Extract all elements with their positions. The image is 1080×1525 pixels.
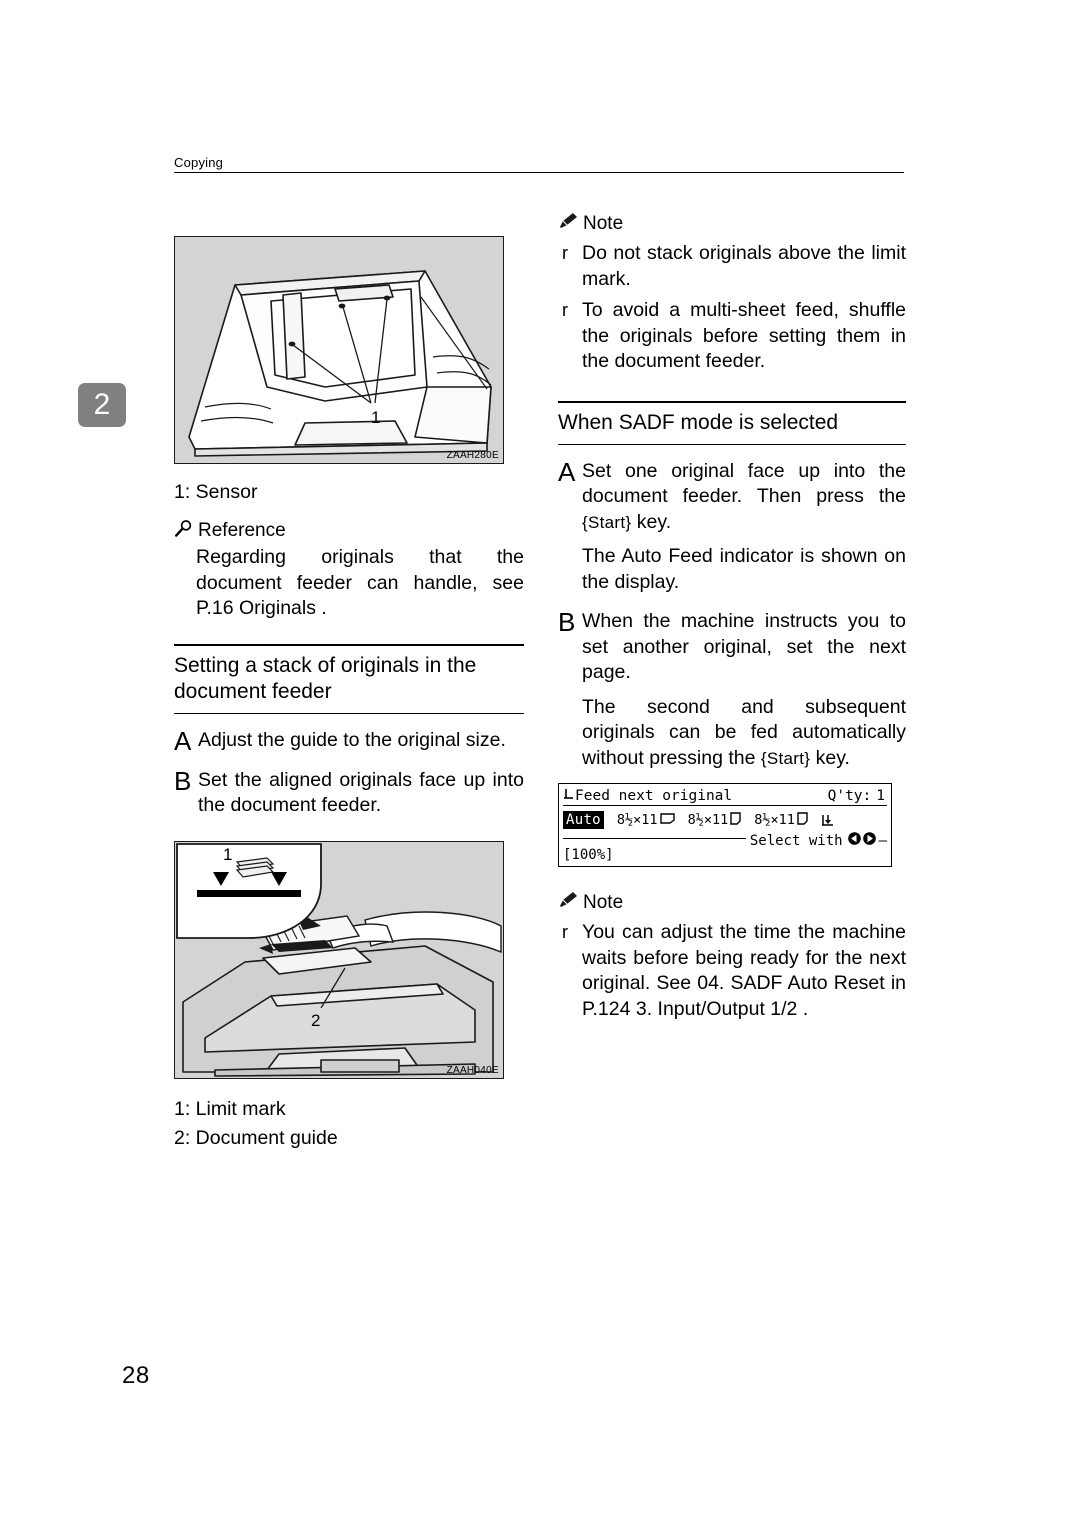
step-letter: A — [558, 456, 576, 487]
start-key-label-close: } — [625, 512, 632, 532]
right-column: Note r Do not stack originals above the … — [558, 212, 906, 1022]
lcd-quantity-label: Q'ty: — [827, 788, 872, 804]
lcd-divider — [563, 838, 746, 839]
note-label: Note — [583, 212, 624, 234]
figure1-callout-1: 1 — [371, 408, 380, 427]
step-b-sub-before: The second and subsequent originals can … — [582, 695, 906, 769]
left-column: 1 ZAAH280E 1: Sensor Reference Regarding… — [174, 236, 524, 1153]
step-b-next-page: B When the machine instructs you to set … — [558, 609, 906, 686]
note-heading: Note — [558, 891, 906, 914]
lcd-quantity-value: 1 — [876, 788, 885, 804]
lcd-title: Feed next original — [575, 788, 733, 804]
bullet-mark: r — [562, 922, 568, 942]
start-key-text: Start — [766, 748, 805, 768]
reference-label: Reference — [198, 520, 286, 541]
figure-document-feeder-wrap: 1 ZAAH280E — [174, 236, 504, 464]
lcd-arrow-buttons[interactable]: – — [847, 831, 887, 850]
lcd-paper-size-3[interactable]: 8½×11 — [754, 811, 808, 829]
step-a-subtext: The Auto Feed indicator is shown on the … — [582, 545, 906, 593]
section-heading-stack-originals: Setting a stack of originals in the docu… — [174, 643, 524, 714]
step-letter: A — [174, 725, 192, 756]
portrait-icon — [730, 811, 741, 829]
page-number: 28 — [122, 1362, 150, 1389]
figure2-callout-1: 1 — [223, 845, 232, 864]
tray-icon[interactable] — [821, 814, 834, 827]
reference-block: Reference Regarding originals that the d… — [174, 519, 524, 622]
step-text: Set one original face up into the docume… — [582, 459, 906, 536]
caption-limit-mark: 1: Limit mark — [174, 1097, 286, 1120]
bullet-mark: r — [562, 300, 568, 320]
reference-heading: Reference — [174, 519, 524, 543]
lcd-paper-size-1[interactable]: 8½×11 — [617, 812, 675, 828]
note-bullet: r You can adjust the time the machine wa… — [558, 920, 906, 1022]
note-bullet: r To avoid a multi-sheet feed, shuffle t… — [558, 298, 906, 375]
section-heading-sadf: When SADF mode is selected — [558, 400, 906, 445]
running-header-text: Copying — [174, 155, 224, 170]
lcd-paper-row: Auto 8½×11 8½×11 8½×11 — [563, 809, 887, 831]
lcd-auto-chip[interactable]: Auto — [563, 811, 604, 829]
figure-setting-originals-wrap: 1 2 ZAAH040E — [174, 840, 504, 1079]
step-text: When the machine instructs you to set an… — [582, 610, 906, 683]
pencil-icon — [558, 212, 578, 235]
lcd-title-rule — [563, 805, 887, 806]
step-b-set-originals: B Set the aligned originals face up into… — [174, 768, 524, 819]
step-text: Set the aligned originals face up into t… — [198, 768, 524, 817]
lcd-paper-size-text: 8½×11 — [616, 812, 658, 828]
section-heading-text: Setting a stack of originals in the docu… — [174, 653, 477, 703]
step-b-sub-after: key. — [815, 746, 850, 769]
caption-document-guide: 2: Document guide — [174, 1126, 338, 1149]
corner-arrow-icon — [563, 788, 574, 805]
chapter-tab: 2 — [78, 383, 126, 427]
lcd-zoom-value: [100%] — [563, 847, 614, 863]
header-rule — [174, 172, 904, 173]
section-heading-text: When SADF mode is selected — [558, 410, 839, 434]
note-bullet: r Do not stack originals above the limit… — [558, 241, 906, 292]
document-feeder-illustration: 1 — [188, 270, 492, 457]
lcd-paper-size-text: 8½×11 — [687, 812, 729, 828]
figure-setting-originals: 1 2 ZAAH040E — [174, 840, 504, 1079]
step-text-after: key. — [636, 510, 672, 533]
bullet-mark: r — [562, 243, 568, 263]
lcd-paper-size-text: 8½×11 — [754, 812, 795, 828]
reference-text: Regarding originals that the document fe… — [196, 546, 524, 619]
lcd-dash: – — [878, 832, 887, 849]
step-letter: B — [174, 765, 192, 796]
magnifier-icon — [174, 519, 193, 543]
lcd-panel: Feed next original Q'ty: 1 Auto 8½×11 8½… — [558, 783, 892, 867]
landscape-icon — [659, 812, 675, 828]
step-text-before: Set one original face up into the docume… — [582, 459, 906, 508]
figure2-callout-2: 2 — [311, 1011, 320, 1030]
arrow-right-icon[interactable] — [862, 831, 877, 850]
note-block-top: Note r Do not stack originals above the … — [558, 212, 906, 375]
figure-document-feeder: 1 ZAAH280E — [174, 236, 504, 464]
bullet-text: To avoid a multi-sheet feed, shuffle the… — [582, 299, 906, 372]
step-b-subtext: The second and subsequent originals can … — [582, 695, 906, 772]
start-key-text: Start — [587, 512, 626, 532]
setting-originals-illustration: 1 2 — [176, 842, 502, 1077]
lcd-paper-size-2[interactable]: 8½×11 — [687, 811, 742, 829]
caption-sensor: 1: Sensor — [174, 481, 258, 503]
step-a-set-original: A Set one original face up into the docu… — [558, 459, 906, 536]
step-a-adjust-guide: A Adjust the guide to the original size. — [174, 728, 524, 754]
pencil-icon — [558, 891, 578, 914]
running-header: Copying — [174, 155, 904, 173]
step-letter: B — [558, 607, 576, 637]
lcd-select-hint: Select with — [749, 832, 843, 849]
step-text: Adjust the guide to the original size. — [198, 728, 506, 751]
bullet-text: You can adjust the time the machine wait… — [582, 921, 906, 1020]
portrait-icon — [797, 811, 808, 829]
lcd-title-row: Feed next original Q'ty: 1 — [559, 786, 891, 806]
note-heading: Note — [558, 212, 906, 235]
figure1-code: ZAAH280E — [446, 450, 499, 461]
arrow-left-icon[interactable] — [847, 831, 862, 850]
bullet-text: Do not stack originals above the limit m… — [582, 242, 906, 290]
figure2-code: ZAAH040E — [446, 1064, 499, 1076]
start-key-label-close: } — [804, 748, 811, 768]
note-label: Note — [583, 891, 624, 913]
note-block-bottom: Note r You can adjust the time the machi… — [558, 891, 906, 1022]
